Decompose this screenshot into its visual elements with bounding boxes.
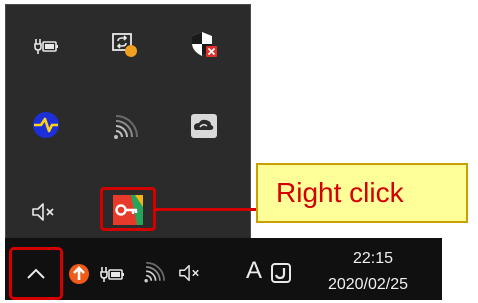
network-adapter-icon[interactable]	[26, 105, 66, 145]
input-method-indicator[interactable]: A	[246, 257, 262, 285]
security-shield-alert-icon[interactable]	[184, 24, 224, 64]
callout-label: Right click	[276, 177, 404, 208]
cloud-sync-icon[interactable]	[184, 106, 224, 146]
chevron-highlight	[9, 247, 63, 300]
battery-charging-icon[interactable]	[26, 26, 66, 66]
battery-charging-icon[interactable]	[98, 262, 126, 286]
wifi-icon[interactable]	[140, 260, 166, 286]
right-click-callout: Right click	[256, 163, 468, 223]
right-click-highlight	[100, 187, 156, 231]
update-available-icon[interactable]	[66, 261, 92, 287]
remote-desktop-update-icon[interactable]	[104, 24, 144, 64]
app-tray-icon[interactable]	[268, 260, 294, 286]
callout-connector	[155, 208, 256, 211]
volume-muted-icon[interactable]	[176, 261, 204, 285]
volume-muted-icon[interactable]	[24, 192, 64, 232]
wifi-icon[interactable]	[104, 108, 144, 148]
clock-date[interactable]: 2020/02/25	[313, 276, 423, 294]
clock-time[interactable]: 22:15	[318, 250, 428, 268]
